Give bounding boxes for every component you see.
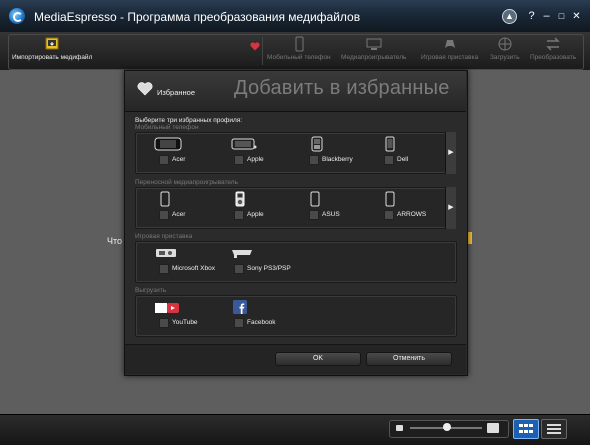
checkbox[interactable] xyxy=(159,155,169,165)
asus-player-icon xyxy=(310,191,320,207)
apple-ipod-icon xyxy=(235,191,245,207)
help-button[interactable]: ? xyxy=(524,9,539,24)
category-title-game-console: Игровая приставка xyxy=(135,233,193,240)
category-row-game-console xyxy=(135,241,457,283)
device-label: ASUS xyxy=(322,211,340,218)
toolbar-item-label: Преобразовать xyxy=(530,54,577,61)
playstation-icon xyxy=(232,250,252,258)
convert-icon xyxy=(546,37,560,51)
phone-icon xyxy=(295,36,304,52)
game-console-icon xyxy=(444,40,455,48)
device-label: Blackberry xyxy=(322,156,353,163)
dell-phone-icon xyxy=(385,136,395,152)
media-player-icon xyxy=(366,38,382,50)
zoom-small-icon[interactable] xyxy=(396,425,403,431)
close-button[interactable]: ✕ xyxy=(569,9,584,24)
grid-view-button[interactable] xyxy=(513,419,539,439)
checkbox[interactable] xyxy=(234,155,244,165)
device-label: Apple xyxy=(247,211,264,218)
device-label: Microsoft Xbox xyxy=(172,265,215,272)
background-hint-text: Что xyxy=(107,236,123,246)
ok-button[interactable]: OK xyxy=(275,352,361,366)
acer-player-icon xyxy=(160,191,170,207)
device-label: ARROWS xyxy=(397,211,427,218)
device-label: Acer xyxy=(172,211,186,218)
device-label: Dell xyxy=(397,156,409,163)
arrows-player-icon xyxy=(385,191,395,207)
device-label: YouTube xyxy=(172,319,198,326)
device-label: Facebook xyxy=(247,319,276,326)
apple-iphone-icon xyxy=(231,138,257,150)
more-arrow-mobile[interactable]: ▶ xyxy=(445,132,456,174)
checkbox[interactable] xyxy=(234,210,244,220)
cancel-button[interactable]: Отменить xyxy=(366,352,452,366)
checkbox[interactable] xyxy=(159,264,169,274)
category-title-upload: Выгрузить xyxy=(135,287,167,294)
checkbox[interactable] xyxy=(159,318,169,328)
maximize-button[interactable]: □ xyxy=(554,9,569,24)
device-label: Apple xyxy=(247,156,264,163)
dialog-title: Добавить в избранные xyxy=(234,77,450,99)
checkbox[interactable] xyxy=(384,155,394,165)
toolbar-upload[interactable]: Загрузить xyxy=(490,36,520,61)
zoom-large-icon[interactable] xyxy=(487,423,499,433)
category-title-media-player: Переносной медиапроигрыватель xyxy=(135,179,238,186)
zoom-slider-thumb[interactable] xyxy=(443,423,451,431)
device-label: Acer xyxy=(172,156,186,163)
category-row-media-player xyxy=(135,187,447,229)
blackberry-phone-icon xyxy=(311,136,323,152)
list-view-icon xyxy=(547,424,561,434)
checkbox[interactable] xyxy=(384,210,394,220)
toolbar-convert[interactable]: Преобразовать xyxy=(530,36,576,61)
xbox-icon xyxy=(156,249,176,257)
checkbox[interactable] xyxy=(159,210,169,220)
toolbar-item-label: Игровая приставка xyxy=(421,54,479,61)
grid-view-icon xyxy=(519,424,533,433)
toolbar-game-console[interactable]: Игровая приставка xyxy=(421,36,478,61)
toolbar-media-player[interactable]: Медиапроигрыватель xyxy=(341,36,406,61)
import-media-button[interactable]: Импортировать медифайл xyxy=(12,36,92,61)
dialog-instruction: Выберите три избранных профиля: xyxy=(135,117,243,124)
youtube-logo-icon xyxy=(155,303,179,313)
minimize-button[interactable]: – xyxy=(539,9,554,24)
upgrade-icon[interactable]: ▲ xyxy=(502,9,517,24)
toolbar-item-label: Мобильный телефон xyxy=(267,54,331,61)
globe-upload-icon xyxy=(498,37,512,51)
import-label: Импортировать медифайл xyxy=(12,54,93,61)
toolbar-divider xyxy=(262,37,263,65)
favorites-label: Избранное xyxy=(157,88,196,97)
facebook-logo-icon xyxy=(233,300,247,314)
category-title-mobile: Мобильный телефон xyxy=(135,124,199,131)
app-logo-icon xyxy=(9,8,25,24)
device-label: Sony PS3/PSP xyxy=(247,265,291,272)
acer-phone-icon xyxy=(154,137,182,151)
more-arrow-media-player[interactable]: ▶ xyxy=(445,187,456,229)
category-row-upload xyxy=(135,295,457,337)
checkbox[interactable] xyxy=(234,264,244,274)
toolbar-mobile-phone[interactable]: Мобильный телефон xyxy=(267,36,331,61)
checkbox[interactable] xyxy=(234,318,244,328)
favorites-heart-icon xyxy=(137,82,153,96)
checkbox[interactable] xyxy=(309,210,319,220)
import-icon xyxy=(45,37,59,50)
toolbar-item-label: Загрузить xyxy=(490,54,520,61)
heart-icon[interactable] xyxy=(250,42,260,51)
list-view-button[interactable] xyxy=(541,419,567,439)
toolbar-item-label: Медиапроигрыватель xyxy=(341,54,407,61)
checkbox[interactable] xyxy=(309,155,319,165)
window-title: MediaEspresso - Программа преобразования… xyxy=(34,10,361,24)
